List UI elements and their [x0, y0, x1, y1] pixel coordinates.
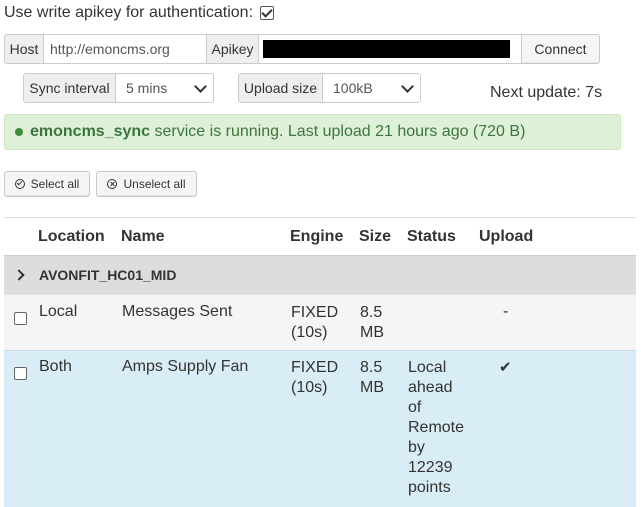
status-line: 12239 [408, 459, 453, 476]
sync-interval-value: 5 mins [126, 80, 168, 96]
next-update-text: Next update: 7s [490, 84, 603, 101]
group-row[interactable]: AVONFIT_HC01_MID [4, 255, 636, 295]
upload-size-select[interactable]: 100kB [322, 73, 421, 103]
connect-button[interactable]: Connect [521, 34, 600, 64]
feeds-table: Location Name Engine Size Status Upload … [4, 218, 636, 507]
status-line: Local [408, 359, 447, 376]
select-all-label: Select all [30, 177, 80, 191]
host-input[interactable]: http://emoncms.org [43, 34, 207, 64]
row-checkbox[interactable] [14, 312, 27, 325]
table-header-row: Location Name Engine Size Status Upload [4, 218, 636, 256]
auth-label: Use write apikey for authentication: [4, 4, 254, 21]
apikey-input[interactable] [258, 34, 522, 64]
status-line: ahead [408, 379, 453, 396]
unselect-all-label: Unselect all [123, 177, 186, 191]
status-line: points [408, 479, 451, 496]
header-size: Size [359, 227, 392, 245]
check-circle-icon [14, 179, 25, 189]
status-dot-icon [15, 128, 23, 136]
cell-size-value: 8.5 [360, 359, 383, 376]
table-row[interactable]: Local Messages Sent FIXED (10s) 8.5 MB - [4, 294, 636, 351]
header-status: Status [407, 227, 456, 245]
cell-size-value: 8.5 [360, 304, 383, 321]
service-name: emoncms_sync [30, 123, 151, 140]
select-all-button[interactable]: Select all [4, 171, 90, 197]
cell-upload: - [503, 303, 509, 320]
cell-location: Local [38, 294, 121, 351]
cell-engine-type: FIXED [291, 359, 339, 376]
auth-checkbox[interactable] [260, 6, 275, 20]
sync-interval-select[interactable]: 5 mins [115, 73, 214, 103]
cell-location: Both [38, 350, 121, 507]
group-name: AVONFIT_HC01_MID [38, 255, 636, 295]
cell-name: Amps Supply Fan [121, 350, 290, 507]
cell-size-unit: MB [360, 324, 384, 341]
status-line: of [408, 399, 422, 416]
cell-engine-type: FIXED [291, 304, 339, 321]
header-name: Name [121, 227, 165, 245]
upload-size-label: Upload size [238, 73, 323, 103]
header-location: Location [38, 227, 105, 245]
status-line: Remote [408, 419, 465, 436]
chevron-down-icon [401, 79, 414, 93]
chevron-down-icon [194, 79, 207, 93]
service-status-message: service is running. Last upload 21 hours… [150, 123, 526, 140]
x-circle-icon: × [107, 179, 118, 189]
cell-status [407, 294, 479, 351]
row-checkbox[interactable] [14, 367, 27, 380]
header-engine: Engine [290, 227, 344, 245]
cell-engine-interval: (10s) [291, 379, 328, 396]
header-upload: Upload [479, 227, 534, 245]
cell-name: Messages Sent [121, 294, 290, 351]
service-status-alert: emoncms_sync service is running. Last up… [4, 114, 621, 150]
sync-interval-label: Sync interval [23, 73, 116, 103]
status-line: by [408, 439, 425, 456]
table-row[interactable]: Both Amps Supply Fan FIXED (10s) 8.5 MB … [4, 350, 636, 507]
apikey-label: Apikey [206, 34, 259, 64]
auth-row: Use write apikey for authentication: [4, 4, 275, 22]
cell-size-unit: MB [360, 379, 384, 396]
upload-check-icon: ✔ [499, 359, 512, 376]
apikey-redacted-block [263, 40, 510, 58]
chevron-right-icon[interactable] [13, 269, 25, 281]
unselect-all-button[interactable]: × Unselect all [96, 171, 197, 197]
cell-engine-interval: (10s) [291, 324, 328, 341]
upload-size-value: 100kB [333, 80, 373, 96]
host-label: Host [4, 34, 44, 64]
